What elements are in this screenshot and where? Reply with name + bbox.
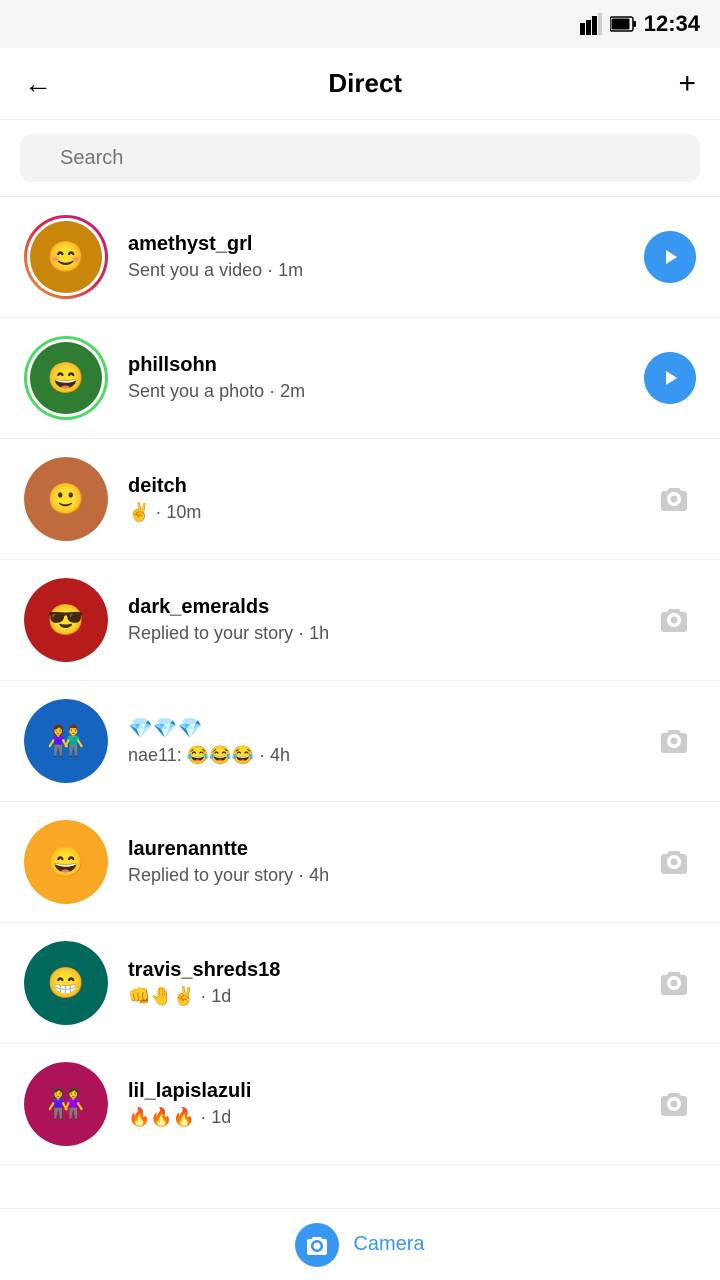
camera-icon xyxy=(652,719,696,763)
list-item[interactable]: 😊 amethyst_grl Sent you a video · 1m xyxy=(0,197,720,318)
avatar: 😎 xyxy=(24,578,108,662)
avatar: 😁 xyxy=(24,941,108,1025)
username: phillsohn xyxy=(128,354,628,377)
camera-icon xyxy=(652,598,696,642)
signal-icon xyxy=(580,13,602,35)
right-action[interactable] xyxy=(644,231,696,283)
message-content: lil_lapislazuli 🔥🔥🔥 · 1d xyxy=(128,1080,636,1128)
camera-icon xyxy=(652,961,696,1005)
username: travis_shreds18 xyxy=(128,959,636,982)
message-content: amethyst_grl Sent you a video · 1m xyxy=(128,233,628,281)
list-item[interactable]: 👭 lil_lapislazuli 🔥🔥🔥 · 1d xyxy=(0,1044,720,1165)
search-input[interactable] xyxy=(20,134,700,182)
right-action xyxy=(652,598,696,642)
right-action xyxy=(652,477,696,521)
right-action xyxy=(652,840,696,884)
list-item[interactable]: 😄 laurenanntte Replied to your story · 4… xyxy=(0,802,720,923)
list-item[interactable]: 👫 💎💎💎 nae11: 😂😂😂 · 4h xyxy=(0,681,720,802)
camera-icon xyxy=(652,1082,696,1126)
avatar: 😊 xyxy=(24,215,108,299)
header-title: Direct xyxy=(328,68,402,99)
message-content: laurenanntte Replied to your story · 4h xyxy=(128,838,636,886)
back-button[interactable]: ← xyxy=(24,68,52,100)
status-bar: 12:34 xyxy=(0,0,720,48)
message-content: phillsohn Sent you a photo · 2m xyxy=(128,354,628,402)
camera-button-icon[interactable] xyxy=(295,1223,339,1267)
username: dark_emeralds xyxy=(128,596,636,619)
right-action[interactable] xyxy=(644,352,696,404)
message-content: dark_emeralds Replied to your story · 1h xyxy=(128,596,636,644)
message-content: 💎💎💎 nae11: 😂😂😂 · 4h xyxy=(128,716,636,766)
message-preview: 👊🤚✌️ · 1d xyxy=(128,986,636,1007)
right-action xyxy=(652,1082,696,1126)
username: 💎💎💎 xyxy=(128,716,636,741)
username: lil_lapislazuli xyxy=(128,1080,636,1103)
message-preview: Replied to your story · 4h xyxy=(128,865,636,886)
right-action xyxy=(652,961,696,1005)
avatar: 😄 xyxy=(24,820,108,904)
status-time: 12:34 xyxy=(644,11,700,37)
new-message-button[interactable]: + xyxy=(678,67,696,101)
list-item[interactable]: 😄 phillsohn Sent you a photo · 2m xyxy=(0,318,720,439)
bottom-bar[interactable]: Camera xyxy=(0,1208,720,1280)
username: deitch xyxy=(128,475,636,498)
camera-label[interactable]: Camera xyxy=(353,1233,424,1256)
message-content: travis_shreds18 👊🤚✌️ · 1d xyxy=(128,959,636,1007)
right-action xyxy=(652,719,696,763)
camera-icon xyxy=(652,840,696,884)
message-preview: ✌️ · 10m xyxy=(128,502,636,523)
list-item[interactable]: 😎 dark_emeralds Replied to your story · … xyxy=(0,560,720,681)
message-preview: nae11: 😂😂😂 · 4h xyxy=(128,745,636,766)
message-content: deitch ✌️ · 10m xyxy=(128,475,636,523)
list-item[interactable]: 🙂 deitch ✌️ · 10m xyxy=(0,439,720,560)
avatar: 🙂 xyxy=(24,457,108,541)
search-wrapper xyxy=(20,134,700,182)
message-preview: Replied to your story · 1h xyxy=(128,623,636,644)
search-container xyxy=(0,120,720,197)
status-icons: 12:34 xyxy=(580,11,700,37)
play-button[interactable] xyxy=(644,231,696,283)
battery-icon xyxy=(610,16,636,32)
message-list: 😊 amethyst_grl Sent you a video · 1m 😄 p… xyxy=(0,197,720,1165)
avatar: 👫 xyxy=(24,699,108,783)
play-button[interactable] xyxy=(644,352,696,404)
username: amethyst_grl xyxy=(128,233,628,256)
message-preview: 🔥🔥🔥 · 1d xyxy=(128,1107,636,1128)
avatar: 👭 xyxy=(24,1062,108,1146)
avatar: 😄 xyxy=(24,336,108,420)
list-item[interactable]: 😁 travis_shreds18 👊🤚✌️ · 1d xyxy=(0,923,720,1044)
message-preview: Sent you a photo · 2m xyxy=(128,381,628,402)
message-preview: Sent you a video · 1m xyxy=(128,260,628,281)
header: ← Direct + xyxy=(0,48,720,120)
camera-icon xyxy=(652,477,696,521)
username: laurenanntte xyxy=(128,838,636,861)
